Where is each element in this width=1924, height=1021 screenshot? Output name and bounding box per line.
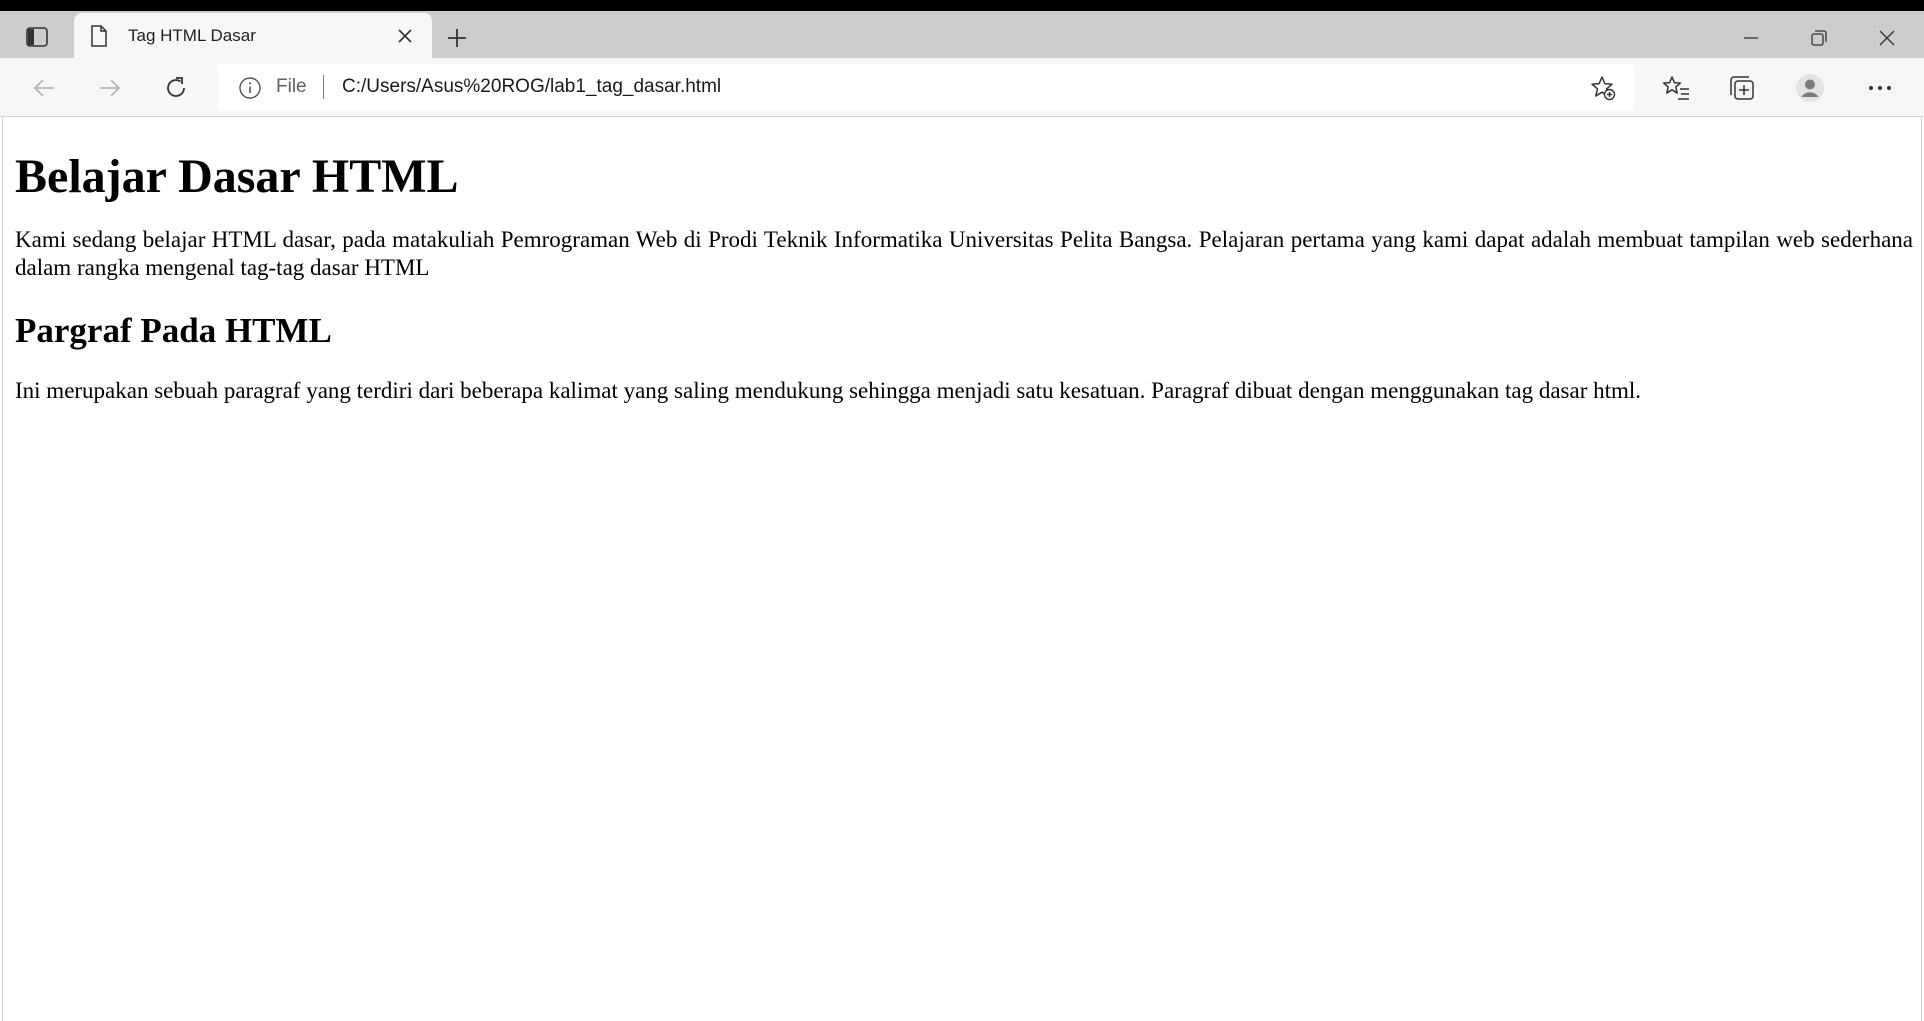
forward-button[interactable] — [94, 72, 126, 104]
collections-button[interactable] — [1724, 70, 1760, 106]
section-heading: Pargraf Pada HTML — [15, 311, 332, 350]
tab-actions-button[interactable] — [12, 19, 62, 55]
collections-icon — [1730, 76, 1754, 100]
profile-button[interactable] — [1792, 70, 1828, 106]
page-heading: Belajar Dasar HTML — [15, 150, 459, 203]
page-content: Belajar Dasar HTML Kami sedang belajar H… — [2, 117, 1922, 1021]
browser-window: Tag HTML Dasar File C:/Users/Asus%20ROG/… — [0, 11, 1924, 1021]
address-bar[interactable]: File C:/Users/Asus%20ROG/lab1_tag_dasar.… — [218, 64, 1634, 110]
restore-button[interactable] — [1804, 23, 1834, 53]
new-tab-button[interactable] — [442, 23, 472, 53]
section-paragraph: Ini merupakan sebuah paragraf yang terdi… — [15, 378, 1642, 403]
profile-icon — [1796, 74, 1824, 102]
document-icon — [90, 25, 108, 47]
scheme-label: File — [276, 76, 307, 97]
back-button[interactable] — [28, 72, 60, 104]
refresh-button[interactable] — [160, 72, 192, 104]
more-icon — [1869, 86, 1891, 90]
intro-paragraph: Kami sedang belajar HTML dasar, pada mat… — [15, 227, 1913, 280]
close-icon — [398, 29, 412, 43]
more-button[interactable] — [1862, 70, 1898, 106]
arrow-left-icon — [33, 79, 54, 97]
tab-title: Tag HTML Dasar — [128, 26, 256, 45]
favorites-button[interactable] — [1658, 70, 1694, 106]
address-separator — [323, 75, 324, 99]
refresh-icon — [167, 77, 185, 97]
tab-strip: Tag HTML Dasar — [0, 11, 1924, 58]
minimize-button[interactable] — [1736, 23, 1766, 53]
tab-actions-icon — [26, 27, 48, 47]
arrow-right-icon — [100, 79, 121, 97]
star-add-icon[interactable] — [1590, 75, 1616, 101]
url-text[interactable]: C:/Users/Asus%20ROG/lab1_tag_dasar.html — [342, 76, 721, 98]
close-tab-button[interactable] — [394, 25, 416, 47]
close-icon — [1879, 30, 1895, 46]
favorites-icon — [1662, 76, 1689, 100]
plus-icon — [448, 29, 466, 47]
restore-icon — [1811, 30, 1827, 46]
tab-active[interactable]: Tag HTML Dasar — [74, 13, 432, 58]
browser-toolbar: File C:/Users/Asus%20ROG/lab1_tag_dasar.… — [0, 58, 1924, 117]
close-window-button[interactable] — [1872, 23, 1902, 53]
info-icon[interactable] — [238, 76, 262, 100]
minimize-icon — [1744, 37, 1758, 39]
